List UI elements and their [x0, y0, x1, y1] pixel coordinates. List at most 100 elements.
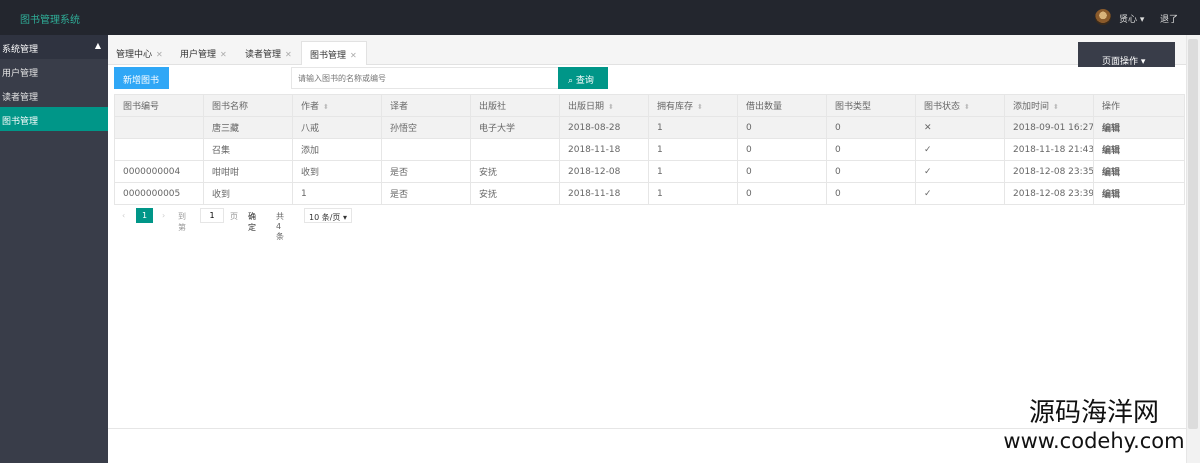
- page-operations-button[interactable]: 页面操作 ▾: [1078, 42, 1175, 67]
- close-icon[interactable]: ✕: [220, 50, 227, 59]
- sort-icon[interactable]: ⬍: [964, 103, 970, 111]
- goto-confirm-button[interactable]: 确定: [248, 211, 256, 233]
- header-actions: 操作: [1093, 94, 1185, 117]
- close-icon[interactable]: ✕: [156, 50, 163, 59]
- sidebar-group-label: 系统管理: [2, 45, 39, 55]
- scrollbar-thumb[interactable]: [1188, 39, 1198, 429]
- tab-label: 读者管理: [245, 50, 282, 60]
- chevron-down-icon: ▾: [1139, 15, 1145, 25]
- search-input[interactable]: [291, 67, 559, 89]
- cell-translator: 是否: [381, 182, 471, 205]
- page-size-select[interactable]: 10 条/页 ▾: [304, 208, 352, 223]
- chevron-right-icon[interactable]: ›: [162, 211, 165, 220]
- user-avatar[interactable]: [1095, 9, 1111, 25]
- cell-publisher: 安抚: [470, 182, 560, 205]
- cell-stock: 1: [648, 182, 738, 205]
- table-row[interactable]: 召集 添加 2018-11-18 1 0 0 ✓ 2018-11-18 21:4…: [114, 138, 1185, 161]
- cell-id: [114, 116, 204, 139]
- tab-label: 图书管理: [310, 51, 347, 61]
- sidebar-item-books[interactable]: 图书管理: [0, 107, 108, 131]
- total-count: 共 4 条: [276, 212, 284, 241]
- search-icon: ⌕: [568, 76, 574, 86]
- cell-added: 2018-12-08 23:39: [1004, 182, 1094, 205]
- tab-label: 管理中心: [116, 50, 153, 60]
- cell-id: 0000000004: [114, 160, 204, 183]
- cell-publisher: [470, 138, 560, 161]
- tab-admin-center[interactable]: 管理中心 ✕: [108, 41, 163, 65]
- cell-date: 2018-11-18: [559, 182, 649, 205]
- cell-lent: 0: [737, 160, 827, 183]
- close-icon[interactable]: ✕: [350, 51, 357, 60]
- cell-type: 0: [826, 160, 916, 183]
- goto-label: 到第: [178, 212, 186, 232]
- chevron-down-icon: ▾: [342, 213, 347, 222]
- cell-author: 收到: [292, 160, 382, 183]
- app-title: 图书管理系统: [20, 15, 80, 26]
- cell-type: 0: [826, 182, 916, 205]
- header-publish-date[interactable]: 出版日期 ⬍: [559, 94, 649, 117]
- tab-label: 用户管理: [180, 50, 217, 60]
- cell-translator: 孙悟空: [381, 116, 471, 139]
- user-menu[interactable]: 贤心 ▾: [1119, 12, 1144, 25]
- header-author[interactable]: 作者 ⬍: [292, 94, 382, 117]
- status-cross-icon: ✕: [915, 116, 1005, 139]
- tab-book-management[interactable]: 图书管理 ✕: [301, 41, 367, 65]
- logout-link[interactable]: 退了: [1160, 12, 1178, 25]
- watermark-line-2: www.codehy.com: [1003, 429, 1185, 453]
- cell-stock: 1: [648, 116, 738, 139]
- search-label: 查询: [575, 76, 594, 86]
- cell-author: 添加: [292, 138, 382, 161]
- close-icon[interactable]: ✕: [285, 50, 292, 59]
- cell-name: 咁咁咁: [203, 160, 293, 183]
- header-stock[interactable]: 拥有库存 ⬍: [648, 94, 738, 117]
- status-check-icon: ✓: [915, 138, 1005, 161]
- sidebar-item-users[interactable]: 用户管理: [0, 59, 108, 83]
- tab-user-management[interactable]: 用户管理 ✕: [172, 41, 227, 65]
- caret-up-icon: ▲: [94, 41, 101, 50]
- chevron-left-icon[interactable]: ‹: [122, 211, 125, 220]
- tab-reader-management[interactable]: 读者管理 ✕: [237, 41, 292, 65]
- edit-link[interactable]: 编辑: [1093, 116, 1185, 139]
- cell-id: [114, 138, 204, 161]
- sort-icon[interactable]: ⬍: [608, 103, 614, 111]
- header-publisher: 出版社: [470, 94, 560, 117]
- add-book-button[interactable]: 新增图书: [114, 67, 169, 89]
- sort-icon[interactable]: ⬍: [323, 103, 329, 111]
- header-added-time[interactable]: 添加时间 ⬍: [1004, 94, 1094, 117]
- edit-link[interactable]: 编辑: [1093, 138, 1185, 161]
- search-button[interactable]: ⌕ 查询: [558, 67, 608, 89]
- table-row[interactable]: 0000000005 收到 1 是否 安抚 2018-11-18 1 0 0 ✓…: [114, 182, 1185, 205]
- page-label: 页: [230, 212, 238, 221]
- header-translator: 译者: [381, 94, 471, 117]
- edit-link[interactable]: 编辑: [1093, 160, 1185, 183]
- watermark: 源码海洋网 www.codehy.com: [994, 398, 1194, 454]
- current-page[interactable]: 1: [136, 208, 153, 223]
- cell-lent: 0: [737, 116, 827, 139]
- table-header-row: 图书编号 图书名称 作者 ⬍ 译者 出版社 出版日期 ⬍ 拥有库存 ⬍ 借出数量 图书…: [114, 94, 1185, 117]
- cell-stock: 1: [648, 138, 738, 161]
- cell-date: 2018-11-18: [559, 138, 649, 161]
- sidebar: 系统管理 ▲ 用户管理 读者管理 图书管理: [0, 35, 108, 463]
- header-book-status[interactable]: 图书状态 ⬍: [915, 94, 1005, 117]
- goto-page-input[interactable]: [200, 208, 224, 223]
- cell-added: 2018-11-18 21:43: [1004, 138, 1094, 161]
- top-bar: 图书管理系统 贤心 ▾ 退了: [0, 0, 1200, 35]
- status-check-icon: ✓: [915, 182, 1005, 205]
- table-row[interactable]: 唐三藏 八戒 孙悟空 电子大学 2018-08-28 1 0 0 ✕ 2018-…: [114, 116, 1185, 139]
- cell-translator: [381, 138, 471, 161]
- sidebar-group-system[interactable]: 系统管理 ▲: [0, 35, 108, 59]
- cell-date: 2018-08-28: [559, 116, 649, 139]
- cell-lent: 0: [737, 182, 827, 205]
- edit-link[interactable]: 编辑: [1093, 182, 1185, 205]
- sort-icon[interactable]: ⬍: [1053, 103, 1059, 111]
- sidebar-item-readers[interactable]: 读者管理: [0, 83, 108, 107]
- cell-name: 收到: [203, 182, 293, 205]
- user-name: 贤心: [1119, 15, 1138, 25]
- cell-type: 0: [826, 116, 916, 139]
- book-table: 图书编号 图书名称 作者 ⬍ 译者 出版社 出版日期 ⬍ 拥有库存 ⬍ 借出数量 图书…: [114, 94, 1185, 205]
- cell-translator: 是否: [381, 160, 471, 183]
- sort-icon[interactable]: ⬍: [697, 103, 703, 111]
- tab-bar: 管理中心 ✕ 用户管理 ✕ 读者管理 ✕ 图书管理 ✕: [108, 35, 1200, 65]
- table-row[interactable]: 0000000004 咁咁咁 收到 是否 安抚 2018-12-08 1 0 0…: [114, 160, 1185, 183]
- cell-author: 八戒: [292, 116, 382, 139]
